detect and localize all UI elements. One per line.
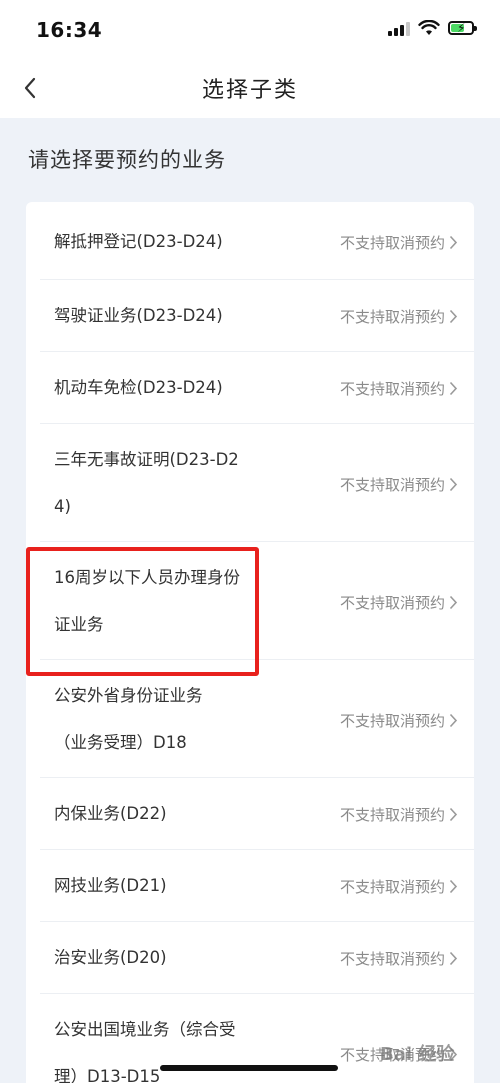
wifi-icon (418, 20, 440, 35)
service-status: 不支持取消预约 (340, 876, 458, 897)
status-label: 不支持取消预约 (339, 308, 445, 326)
service-status: 不支持取消预约 (340, 232, 458, 253)
chevron-right-icon (449, 951, 458, 966)
service-status: 不支持取消预约 (340, 592, 458, 613)
list-item[interactable]: 内保业务(D22) 不支持取消预约 (40, 778, 474, 850)
status-label: 不支持取消预约 (339, 712, 445, 730)
app-screen: 16:34 ⚡ 选择子类 请选择要预约的业务 解抵押登记(D23-D24) 不支… (0, 0, 500, 1083)
service-status: 不支持取消预约 (340, 474, 458, 495)
service-name: 三年无事故证明(D23-D24) (54, 450, 239, 516)
home-indicator[interactable] (160, 1065, 338, 1071)
status-label: 不支持取消预约 (339, 806, 445, 824)
chevron-right-icon (449, 381, 458, 396)
service-name: 驾驶证业务(D23-D24) (54, 306, 223, 325)
highlight-box (26, 547, 259, 676)
watermark: Bai 经验 (380, 1044, 455, 1065)
service-name: 机动车免检(D23-D24) (54, 378, 223, 397)
service-name: 网技业务(D21) (54, 876, 167, 895)
battery-icon: ⚡ (448, 21, 477, 35)
list-item[interactable]: 网技业务(D21) 不支持取消预约 (40, 850, 474, 922)
service-name: 内保业务(D22) (54, 804, 167, 823)
signal-icon (388, 20, 410, 36)
list-item[interactable]: 机动车免检(D23-D24) 不支持取消预约 (40, 352, 474, 424)
service-name: 解抵押登记(D23-D24) (54, 232, 223, 251)
page-title: 选择子类 (201, 78, 298, 103)
service-status: 不支持取消预约 (340, 378, 458, 399)
status-label: 不支持取消预约 (339, 234, 445, 252)
list-item[interactable]: 驾驶证业务(D23-D24) 不支持取消预约 (40, 280, 474, 352)
service-name: 公安外省身份证业务（业务受理）D18 (54, 686, 203, 752)
status-icons: ⚡ (388, 20, 477, 36)
service-status: 不支持取消预约 (340, 710, 458, 731)
service-status: 不支持取消预约 (340, 804, 458, 825)
chevron-right-icon (449, 595, 458, 610)
service-status: 不支持取消预约 (340, 306, 458, 327)
chevron-right-icon (449, 477, 458, 492)
service-name: 公安出国境业务（综合受理）D13-D15 (54, 1020, 236, 1083)
status-label: 不支持取消预约 (339, 380, 445, 398)
chevron-right-icon (449, 807, 458, 822)
chevron-right-icon (449, 879, 458, 894)
service-status: 不支持取消预约 (340, 948, 458, 969)
list-item[interactable]: 解抵押登记(D23-D24) 不支持取消预约 (40, 202, 474, 280)
list-item[interactable]: 治安业务(D20) 不支持取消预约 (40, 922, 474, 994)
list-item[interactable]: 公安外省身份证业务（业务受理）D18 不支持取消预约 (40, 660, 474, 778)
list-item[interactable]: 三年无事故证明(D23-D24) 不支持取消预约 (40, 424, 474, 542)
section-title: 请选择要预约的业务 (28, 148, 226, 172)
chevron-right-icon (449, 309, 458, 324)
status-label: 不支持取消预约 (339, 950, 445, 968)
chevron-right-icon (449, 235, 458, 250)
header: 16:34 ⚡ 选择子类 (0, 0, 500, 118)
status-label: 不支持取消预约 (339, 594, 445, 612)
chevron-right-icon (449, 713, 458, 728)
status-label: 不支持取消预约 (339, 878, 445, 896)
status-time: 16:34 (36, 18, 103, 42)
status-label: 不支持取消预约 (339, 476, 445, 494)
service-name: 治安业务(D20) (54, 948, 167, 967)
